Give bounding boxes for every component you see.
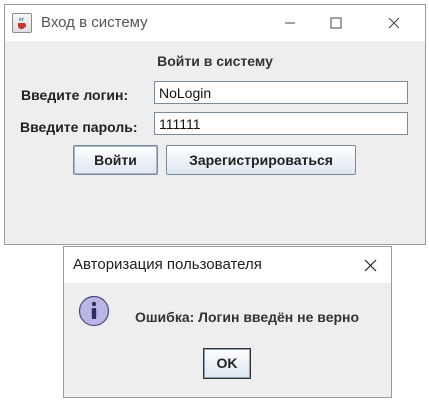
maximize-icon xyxy=(330,17,342,29)
register-button[interactable]: Зарегистрироваться xyxy=(166,145,356,175)
login-input[interactable] xyxy=(154,81,408,104)
password-label: Введите пароль: xyxy=(20,119,138,135)
login-window-titlebar[interactable]: Вход в систему xyxy=(5,5,425,41)
password-input[interactable] xyxy=(154,112,408,135)
minimize-icon xyxy=(285,22,295,24)
close-icon xyxy=(364,259,376,271)
auth-dialog-title: Авторизация пользователя xyxy=(73,256,262,273)
maximize-button[interactable] xyxy=(313,5,359,41)
window-close-button[interactable] xyxy=(371,5,417,41)
java-cup-icon xyxy=(12,13,32,33)
auth-dialog-titlebar[interactable]: Авторизация пользователя xyxy=(64,247,391,283)
info-icon xyxy=(78,295,110,327)
login-label: Введите логин: xyxy=(21,87,129,103)
login-heading: Войти в систему xyxy=(157,53,273,69)
dialog-close-button[interactable] xyxy=(347,247,393,283)
close-icon xyxy=(388,17,400,29)
login-window: Вход в систему Войти в систему Введите л… xyxy=(4,4,426,245)
login-window-title: Вход в систему xyxy=(41,14,148,31)
error-message: Ошибка: Логин введён не верно xyxy=(135,309,360,325)
ok-button[interactable]: OK xyxy=(203,348,251,379)
auth-dialog: Авторизация пользователя Ошибка: Логин в… xyxy=(63,246,392,398)
minimize-button[interactable] xyxy=(267,5,313,41)
login-button[interactable]: Войти xyxy=(73,145,158,175)
